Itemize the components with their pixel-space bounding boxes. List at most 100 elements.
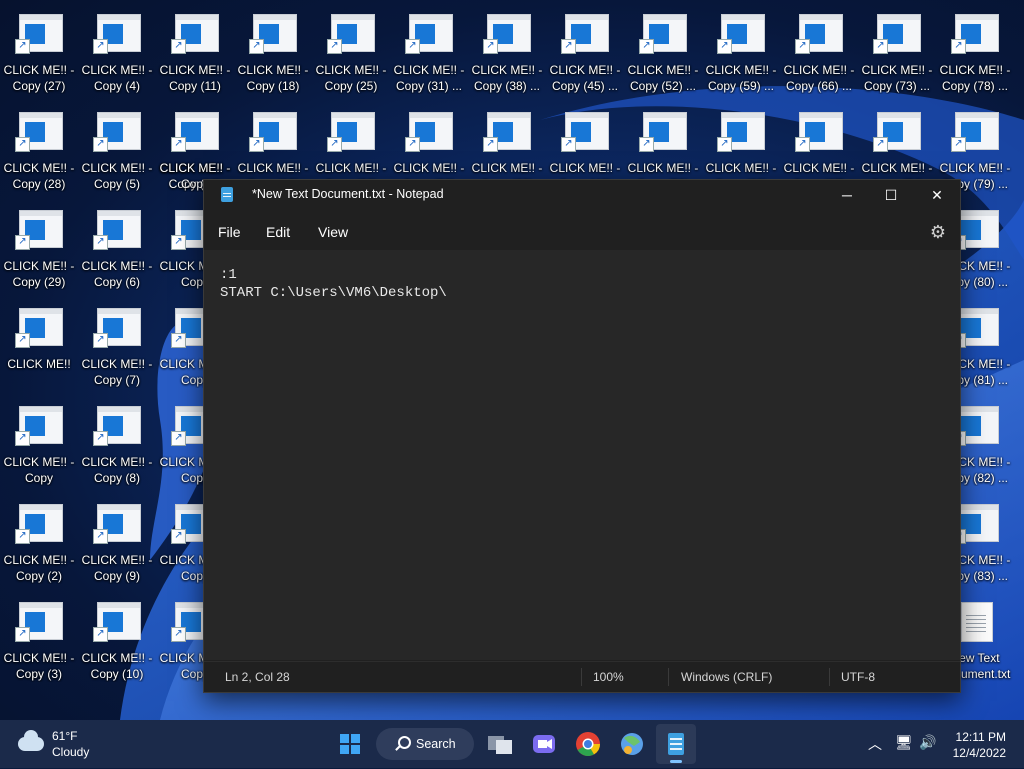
desktop-icon[interactable]: ↗ CLICK ME!! - Copy (59) ...: [703, 12, 779, 102]
shortcut-icon: ↗: [639, 112, 687, 152]
desktop-icon-label: CLICK ME!! - Copy (2): [3, 553, 75, 583]
desktop-icon-label: CLICK ME!! - Copy (78) ...: [939, 63, 1011, 93]
window-title: *New Text Document.txt - Notepad: [252, 187, 444, 201]
shortcut-icon: ↗: [15, 504, 63, 544]
desktop-icon[interactable]: ↗ CLICK ME!! - Copy (66) ...: [781, 12, 857, 102]
menu-edit[interactable]: Edit: [266, 224, 290, 240]
settings-icon[interactable]: ⚙: [930, 222, 946, 243]
desktop-icon[interactable]: ↗ CLICK ME!! - Copy (78) ...: [937, 12, 1013, 102]
shortcut-icon: ↗: [327, 14, 375, 54]
shortcut-icon: ↗: [639, 14, 687, 54]
maximize-button[interactable]: ☐: [868, 180, 914, 210]
shortcut-icon: ↗: [717, 112, 765, 152]
status-bar: Ln 2, Col 28 100% Windows (CRLF) UTF-8: [204, 661, 960, 692]
weather-temp: 61°F: [52, 729, 78, 743]
control-panel-button[interactable]: [612, 724, 652, 764]
menu-view[interactable]: View: [318, 224, 348, 240]
desktop-icon[interactable]: ↗ CLICK ME!! - Copy (4): [79, 12, 155, 102]
shortcut-icon: ↗: [93, 602, 141, 642]
desktop-icon[interactable]: ↗ CLICK ME!! - Copy (6): [79, 208, 155, 298]
shortcut-icon: ↗: [873, 14, 921, 54]
volume-icon[interactable]: 🔊: [919, 734, 936, 751]
desktop-icon[interactable]: ↗ CLICK ME!! - Copy (10): [79, 600, 155, 690]
desktop-icon-label: CLICK ME!! - Copy (31) ...: [393, 63, 465, 93]
zoom-level: 100%: [593, 670, 624, 684]
shortcut-icon: ↗: [249, 112, 297, 152]
editor-line-1: :1: [220, 267, 237, 283]
windows-logo-icon: [340, 734, 360, 754]
notepad-icon: [668, 733, 684, 755]
notepad-icon: [221, 187, 233, 202]
clock-date: 12/4/2022: [952, 746, 1006, 760]
shortcut-icon: ↗: [951, 14, 999, 54]
desktop-icon[interactable]: ↗ CLICK ME!! - Copy (11): [157, 12, 233, 102]
minimize-button[interactable]: ─: [824, 180, 870, 210]
shortcut-icon: ↗: [93, 210, 141, 250]
chat-icon: [533, 735, 555, 753]
desktop-icon-label: CLICK ME!! - Copy (25): [315, 63, 387, 93]
shortcut-icon: ↗: [15, 406, 63, 446]
network-icon[interactable]: 🖥: [895, 734, 913, 751]
desktop-icon-label: CLICK ME!! - Copy (73) ...: [861, 63, 933, 93]
status-divider: [829, 668, 830, 686]
editor-line-2: START C:\Users\VM6\Desktop\: [220, 285, 447, 301]
shortcut-icon: ↗: [93, 112, 141, 152]
shortcut-icon: ↗: [15, 308, 63, 348]
shortcut-icon: ↗: [561, 112, 609, 152]
desktop-icon[interactable]: ↗ CLICK ME!! - Copy (73) ...: [859, 12, 935, 102]
desktop-icon[interactable]: ↗ CLICK ME!!: [1, 306, 77, 396]
shortcut-icon: ↗: [93, 406, 141, 446]
close-button[interactable]: ✕: [914, 180, 960, 210]
desktop-icon[interactable]: ↗ CLICK ME!! - Copy (18): [235, 12, 311, 102]
status-divider: [581, 668, 582, 686]
encoding: UTF-8: [841, 670, 875, 684]
start-button[interactable]: [330, 724, 370, 764]
desktop-icon[interactable]: ↗ CLICK ME!! - Copy (3): [1, 600, 77, 690]
desktop-icon-label: CLICK ME!! - Copy: [3, 455, 75, 485]
system-clock[interactable]: 12:11 PM 12/4/2022: [946, 729, 1006, 761]
menu-file[interactable]: File: [218, 224, 241, 240]
desktop-icon[interactable]: ↗ CLICK ME!! - Copy (29): [1, 208, 77, 298]
desktop-icon-label: CLICK ME!!: [7, 357, 71, 371]
desktop-icon-label: CLICK ME!! - Copy (52) ...: [627, 63, 699, 93]
desktop-icon-label: CLICK ME!! - Copy (10): [81, 651, 153, 681]
desktop-icon[interactable]: ↗ CLICK ME!! - Copy (9): [79, 502, 155, 592]
shortcut-icon: ↗: [483, 112, 531, 152]
title-bar[interactable]: *New Text Document.txt - Notepad ─ ☐ ✕: [204, 180, 960, 210]
taskbar: 61°F Cloudy Search ︿ 🖥 🔊 12:11 PM 12/4/2…: [0, 720, 1024, 768]
line-ending: Windows (CRLF): [681, 670, 773, 684]
desktop-icon[interactable]: ↗ CLICK ME!! - Copy (27): [1, 12, 77, 102]
desktop-icon-label: CLICK ME!! - Copy (27): [3, 63, 75, 93]
desktop-icon-label: CLICK ME!! - Copy (59) ...: [705, 63, 777, 93]
search-button[interactable]: Search: [376, 728, 474, 760]
desktop-icon[interactable]: ↗ CLICK ME!! - Copy (25): [313, 12, 389, 102]
chrome-button[interactable]: [568, 724, 608, 764]
text-editor[interactable]: :1 START C:\Users\VM6\Desktop\: [204, 250, 960, 660]
desktop-icon-label: CLICK ME!! - Copy (3): [3, 651, 75, 681]
shortcut-icon: ↗: [873, 112, 921, 152]
desktop-icon[interactable]: ↗ CLICK ME!! - Copy: [1, 404, 77, 494]
desktop-icon-label: CLICK ME!! - Copy (8): [81, 455, 153, 485]
desktop-icon[interactable]: ↗ CLICK ME!! - Copy (5): [79, 110, 155, 200]
shortcut-icon: ↗: [327, 112, 375, 152]
teams-chat-button[interactable]: [524, 724, 564, 764]
desktop-icon[interactable]: ↗ CLICK ME!! - Copy (31) ...: [391, 12, 467, 102]
notepad-window[interactable]: *New Text Document.txt - Notepad ─ ☐ ✕ F…: [203, 179, 961, 693]
notepad-taskbar-button[interactable]: [656, 724, 696, 764]
cursor-position: Ln 2, Col 28: [225, 670, 290, 684]
desktop-icon[interactable]: ↗ CLICK ME!! - Copy (38) ...: [469, 12, 545, 102]
desktop-icon-label: CLICK ME!! - Copy (66) ...: [783, 63, 855, 93]
desktop-icon[interactable]: ↗ CLICK ME!! - Copy (45) ...: [547, 12, 623, 102]
shortcut-icon: ↗: [483, 14, 531, 54]
task-view-button[interactable]: [480, 724, 520, 764]
desktop-icon[interactable]: ↗ CLICK ME!! - Copy (7): [79, 306, 155, 396]
chrome-icon: [576, 732, 600, 757]
show-hidden-icons-chevron[interactable]: ︿: [868, 734, 882, 754]
shortcut-icon: ↗: [249, 14, 297, 54]
clock-time: 12:11 PM: [955, 730, 1006, 744]
shortcut-icon: ↗: [717, 14, 765, 54]
desktop-icon[interactable]: ↗ CLICK ME!! - Copy (28): [1, 110, 77, 200]
desktop-icon[interactable]: ↗ CLICK ME!! - Copy (8): [79, 404, 155, 494]
desktop-icon[interactable]: ↗ CLICK ME!! - Copy (52) ...: [625, 12, 701, 102]
desktop-icon[interactable]: ↗ CLICK ME!! - Copy (2): [1, 502, 77, 592]
